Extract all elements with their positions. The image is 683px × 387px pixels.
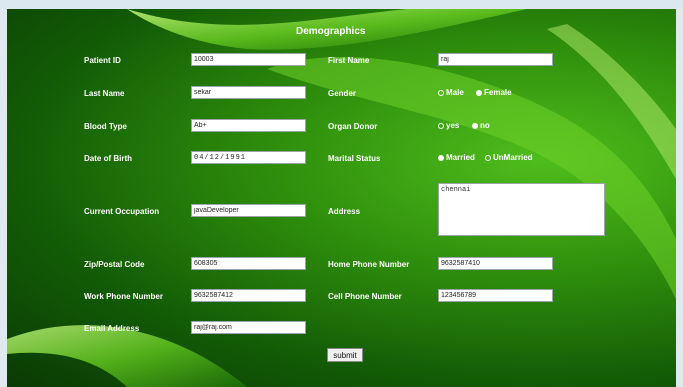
organ-donor-no-label: no	[480, 121, 490, 130]
occupation-input[interactable]	[191, 204, 306, 217]
home-phone-input[interactable]	[438, 257, 553, 270]
zip-label: Zip/Postal Code	[84, 260, 145, 269]
gender-male-label: Male	[446, 88, 464, 97]
radio-circle-icon	[438, 154, 444, 161]
first-name-label: First Name	[328, 56, 370, 65]
address-label: Address	[328, 207, 361, 216]
organ-donor-label: Organ Donor	[328, 122, 378, 131]
cell-phone-label: Cell Phone Number	[328, 292, 402, 301]
patient-id-input[interactable]	[191, 53, 306, 66]
email-label: Email Address	[84, 324, 140, 333]
blood-type-input[interactable]	[191, 119, 306, 132]
first-name-input[interactable]	[438, 53, 553, 66]
email-input[interactable]	[191, 321, 306, 334]
gender-label: Gender	[328, 89, 357, 98]
address-textarea[interactable]: chennai	[438, 183, 605, 236]
gender-male-radio[interactable]: Male	[438, 88, 464, 97]
organ-donor-yes-label: yes	[446, 121, 460, 130]
blood-type-label: Blood Type	[84, 122, 127, 131]
last-name-input[interactable]	[191, 86, 306, 99]
radio-circle-icon	[485, 154, 491, 161]
zip-input[interactable]	[191, 257, 306, 270]
work-phone-label: Work Phone Number	[84, 292, 163, 301]
gender-female-label: Female	[484, 88, 512, 97]
dob-input[interactable]	[191, 151, 306, 164]
marital-married-label: Married	[446, 153, 475, 162]
occupation-label: Current Occupation	[84, 207, 160, 216]
top-strip	[0, 0, 683, 9]
marital-status-label: Marital Status	[328, 154, 381, 163]
cell-phone-input[interactable]	[438, 289, 553, 302]
submit-button[interactable]: submit	[327, 348, 363, 362]
marital-unmarried-label: UnMarried	[493, 153, 533, 162]
marital-unmarried-radio[interactable]: UnMarried	[485, 153, 533, 162]
radio-circle-icon	[472, 122, 478, 129]
home-phone-label: Home Phone Number	[328, 260, 410, 269]
work-phone-input[interactable]	[191, 289, 306, 302]
organ-donor-no-radio[interactable]: no	[472, 121, 490, 130]
marital-married-radio[interactable]: Married	[438, 153, 475, 162]
patient-id-label: Patient ID	[84, 56, 121, 65]
dob-label: Date of Birth	[84, 154, 132, 163]
gender-female-radio[interactable]: Female	[476, 88, 512, 97]
radio-circle-icon	[438, 89, 444, 96]
last-name-label: Last Name	[84, 89, 125, 98]
radio-circle-icon	[476, 89, 482, 96]
organ-donor-yes-radio[interactable]: yes	[438, 121, 459, 130]
page-title: Demographics	[296, 26, 366, 37]
window: Demographics Patient ID First Name Last …	[0, 0, 683, 387]
radio-circle-icon	[438, 122, 444, 129]
